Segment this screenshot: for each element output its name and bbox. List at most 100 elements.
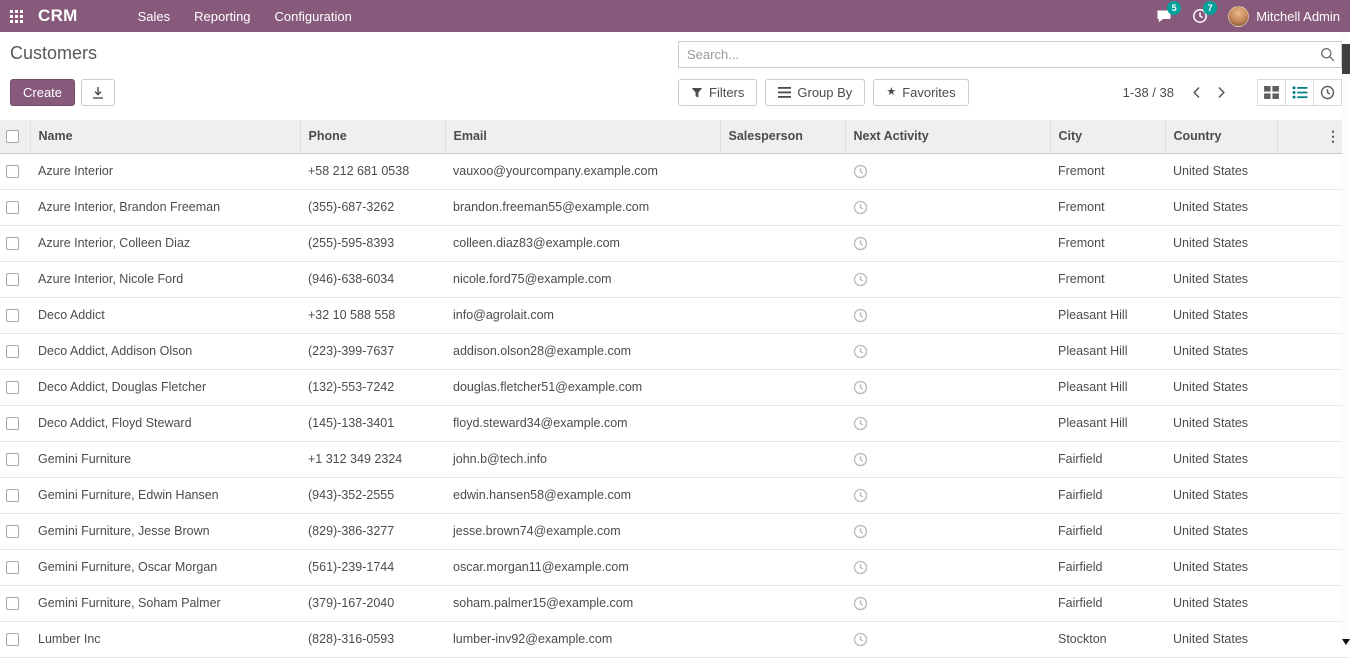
next-activity-cell[interactable] <box>845 513 1050 549</box>
row-checkbox-cell[interactable] <box>0 297 30 333</box>
next-activity-cell[interactable] <box>845 441 1050 477</box>
column-header-next-activity[interactable]: Next Activity <box>845 120 1050 153</box>
row-checkbox-cell[interactable] <box>0 621 30 657</box>
next-activity-cell[interactable] <box>845 225 1050 261</box>
scrollbar-thumb[interactable] <box>1342 44 1350 74</box>
view-list-button-active[interactable] <box>1285 79 1314 106</box>
next-activity-clock-icon <box>853 524 868 539</box>
row-checkbox-cell[interactable] <box>0 225 30 261</box>
customer-city: Fremont <box>1050 153 1165 189</box>
table-row[interactable]: Gemini Furniture, Jesse Brown (829)-386-… <box>0 513 1350 549</box>
table-row[interactable]: Deco Addict +32 10 588 558 info@agrolait… <box>0 297 1350 333</box>
create-button[interactable]: Create <box>10 79 75 106</box>
next-activity-cell[interactable] <box>845 549 1050 585</box>
search-box <box>678 41 1342 68</box>
favorites-button[interactable]: ★ Favorites <box>873 79 968 106</box>
row-checkbox[interactable] <box>6 561 19 574</box>
next-activity-cell[interactable] <box>845 153 1050 189</box>
next-activity-cell[interactable] <box>845 297 1050 333</box>
apps-menu-button[interactable] <box>0 0 32 32</box>
table-row[interactable]: Deco Addict, Douglas Fletcher (132)-553-… <box>0 369 1350 405</box>
table-row[interactable]: Gemini Furniture, Soham Palmer (379)-167… <box>0 585 1350 621</box>
row-checkbox[interactable] <box>6 309 19 322</box>
next-activity-cell[interactable] <box>845 585 1050 621</box>
next-activity-cell[interactable] <box>845 369 1050 405</box>
customer-name: Azure Interior, Colleen Diaz <box>30 225 300 261</box>
row-checkbox-cell[interactable] <box>0 189 30 225</box>
row-checkbox[interactable] <box>6 417 19 430</box>
table-row[interactable]: Azure Interior, Colleen Diaz (255)-595-8… <box>0 225 1350 261</box>
row-checkbox[interactable] <box>6 381 19 394</box>
row-checkbox[interactable] <box>6 237 19 250</box>
pager-previous-button[interactable] <box>1184 82 1209 103</box>
row-checkbox-cell[interactable] <box>0 477 30 513</box>
row-checkbox[interactable] <box>6 633 19 646</box>
customer-email: douglas.fletcher51@example.com <box>445 369 720 405</box>
customer-phone: (828)-316-0593 <box>300 621 445 657</box>
search-input[interactable] <box>678 41 1342 68</box>
menu-reporting[interactable]: Reporting <box>182 0 262 32</box>
messages-button[interactable]: 5 <box>1146 0 1182 32</box>
row-checkbox-cell[interactable] <box>0 441 30 477</box>
column-header-email[interactable]: Email <box>445 120 720 153</box>
row-checkbox[interactable] <box>6 525 19 538</box>
column-header-salesperson[interactable]: Salesperson <box>720 120 845 153</box>
row-checkbox[interactable] <box>6 273 19 286</box>
customer-city: Stockton <box>1050 621 1165 657</box>
row-checkbox[interactable] <box>6 489 19 502</box>
table-row[interactable]: Lumber Inc (828)-316-0593 lumber-inv92@e… <box>0 621 1350 657</box>
filters-button[interactable]: Filters <box>678 79 757 106</box>
row-checkbox[interactable] <box>6 453 19 466</box>
customer-email: floyd.steward34@example.com <box>445 405 720 441</box>
row-checkbox-cell[interactable] <box>0 549 30 585</box>
row-checkbox-cell[interactable] <box>0 405 30 441</box>
row-checkbox[interactable] <box>6 201 19 214</box>
export-button[interactable] <box>81 79 115 106</box>
table-row[interactable]: Azure Interior, Nicole Ford (946)-638-60… <box>0 261 1350 297</box>
scrollbar-down-arrow[interactable] <box>1342 637 1350 647</box>
table-row[interactable]: Azure Interior +58 212 681 0538 vauxoo@y… <box>0 153 1350 189</box>
select-all-checkbox[interactable] <box>6 130 19 143</box>
row-checkbox-cell[interactable] <box>0 369 30 405</box>
row-checkbox[interactable] <box>6 165 19 178</box>
table-row[interactable]: Gemini Furniture, Oscar Morgan (561)-239… <box>0 549 1350 585</box>
row-checkbox[interactable] <box>6 345 19 358</box>
optional-columns-toggle[interactable]: ⋮ <box>1277 120 1350 153</box>
row-filler-cell <box>1277 153 1350 189</box>
column-header-name[interactable]: Name <box>30 120 300 153</box>
row-checkbox-cell[interactable] <box>0 261 30 297</box>
next-activity-cell[interactable] <box>845 189 1050 225</box>
table-row[interactable]: Gemini Furniture +1 312 349 2324 john.b@… <box>0 441 1350 477</box>
table-row[interactable]: Azure Interior, Brandon Freeman (355)-68… <box>0 189 1350 225</box>
column-header-city[interactable]: City <box>1050 120 1165 153</box>
user-menu[interactable]: Mitchell Admin <box>1218 0 1350 32</box>
row-checkbox-cell[interactable] <box>0 585 30 621</box>
view-kanban-button[interactable] <box>1257 79 1286 106</box>
activities-button[interactable]: 7 <box>1182 0 1218 32</box>
table-row[interactable]: Deco Addict, Addison Olson (223)-399-763… <box>0 333 1350 369</box>
menu-sales[interactable]: Sales <box>126 0 183 32</box>
pager-range[interactable]: 1-38 / 38 <box>1123 85 1174 100</box>
next-activity-cell[interactable] <box>845 405 1050 441</box>
group-by-button[interactable]: Group By <box>765 79 865 106</box>
pager-next-button[interactable] <box>1209 82 1234 103</box>
menu-configuration[interactable]: Configuration <box>263 0 364 32</box>
column-header-country[interactable]: Country <box>1165 120 1277 153</box>
view-activity-button[interactable] <box>1313 79 1342 106</box>
app-brand[interactable]: CRM <box>38 6 78 26</box>
next-activity-clock-icon <box>853 596 868 611</box>
next-activity-cell[interactable] <box>845 261 1050 297</box>
row-checkbox[interactable] <box>6 597 19 610</box>
customer-phone: (223)-399-7637 <box>300 333 445 369</box>
next-activity-cell[interactable] <box>845 477 1050 513</box>
next-activity-cell[interactable] <box>845 333 1050 369</box>
search-icon[interactable] <box>1320 47 1335 62</box>
select-all-checkbox-cell[interactable] <box>0 120 30 153</box>
table-row[interactable]: Deco Addict, Floyd Steward (145)-138-340… <box>0 405 1350 441</box>
row-checkbox-cell[interactable] <box>0 153 30 189</box>
table-row[interactable]: Gemini Furniture, Edwin Hansen (943)-352… <box>0 477 1350 513</box>
row-checkbox-cell[interactable] <box>0 333 30 369</box>
row-checkbox-cell[interactable] <box>0 513 30 549</box>
column-header-phone[interactable]: Phone <box>300 120 445 153</box>
next-activity-cell[interactable] <box>845 621 1050 657</box>
